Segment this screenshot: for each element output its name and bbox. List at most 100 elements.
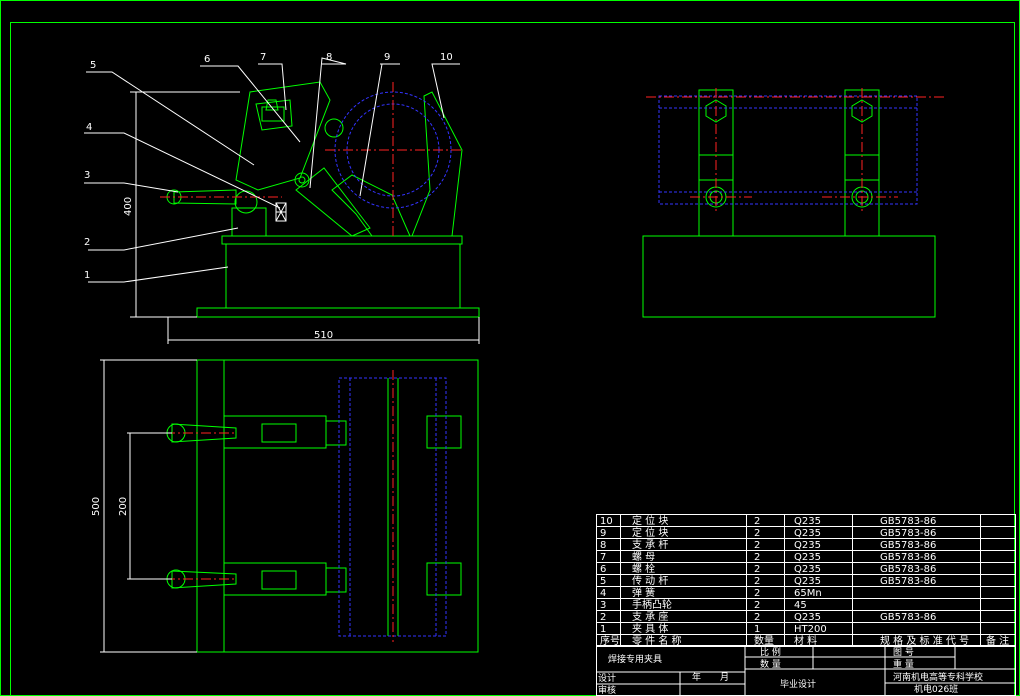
front-view xyxy=(166,81,480,318)
bom-cell-qty: 2 xyxy=(754,588,760,599)
bom-cell-qty: 2 xyxy=(754,516,760,527)
top-bolt-upper xyxy=(261,423,297,443)
top-dimensions xyxy=(100,359,197,653)
dim-400-text: 400 xyxy=(123,197,134,216)
bom-cell-material: 65Mn xyxy=(794,588,822,599)
side-workpiece-outline xyxy=(658,95,918,205)
callout-2: 2 xyxy=(84,237,90,248)
top-block10-upper xyxy=(426,415,462,449)
bom-cell-material: HT200 xyxy=(794,624,827,635)
title-block: 焊接专用夹具 比 例 数 量 图 号 重 量 设计 审核 年 月 毕业设计 河南… xyxy=(596,645,1016,696)
bom-cell-std: GB5783-86 xyxy=(880,576,936,587)
bom-cell-qty: 1 xyxy=(754,624,760,635)
leader-5 xyxy=(86,71,255,166)
class-name: 机电026班 xyxy=(914,683,958,695)
top-rail xyxy=(196,359,225,653)
bom-cell-name: 夹 具 体 xyxy=(632,622,668,635)
bom-cell-no: 8 xyxy=(600,540,606,551)
thesis-label: 毕业设计 xyxy=(780,678,816,690)
bom-cell-qty: 2 xyxy=(754,600,760,611)
bom-cell-no: 2 xyxy=(600,612,606,623)
nut xyxy=(265,99,279,111)
callout-6: 6 xyxy=(204,54,210,65)
locating-block-10 xyxy=(411,91,463,237)
dim-510-text: 510 xyxy=(314,330,333,341)
top-block10-lower xyxy=(426,562,462,596)
bom-cell-no: 9 xyxy=(600,528,606,539)
bom-text: 10 定 位 块 2 Q235 GB5783-86 9 定 位 块 2 Q235 GB5783-8… xyxy=(600,514,1009,647)
bom-cell-name: 支 承 杆 xyxy=(632,539,668,551)
bom-cell-no: 7 xyxy=(600,552,606,563)
fixture-body xyxy=(225,243,461,309)
callout-1: 1 xyxy=(84,270,90,281)
bom-cell-qty: 2 xyxy=(754,528,760,539)
small-roller xyxy=(324,118,344,138)
bom-cell-no: 3 xyxy=(600,600,606,611)
top-tip-upper xyxy=(325,420,347,446)
bom-cell-no: 4 xyxy=(600,588,606,599)
leader-8 xyxy=(309,57,347,189)
callout-8: 8 xyxy=(326,52,332,63)
callout-5: 5 xyxy=(90,60,96,71)
inner-frame xyxy=(10,22,1015,696)
bom-cell-qty: 2 xyxy=(754,540,760,551)
side-workpiece xyxy=(658,95,918,205)
bom-cell-std: GB5783-86 xyxy=(880,564,936,575)
leader-10 xyxy=(431,63,460,119)
sheet-label: 图 号 xyxy=(893,647,914,658)
dim-200-text: 200 xyxy=(118,497,129,516)
top-view xyxy=(166,359,479,653)
leader-2 xyxy=(88,227,239,251)
reviewer-label: 审核 xyxy=(598,684,616,696)
leader-1 xyxy=(88,266,229,283)
bom-cell-name: 螺 母 xyxy=(632,551,655,563)
designer-label: 设计 xyxy=(598,672,616,684)
callout-7: 7 xyxy=(260,52,266,63)
base-plate xyxy=(196,307,480,318)
bom-cell-no: 1 xyxy=(600,624,606,635)
top-centerlines xyxy=(165,370,394,642)
weight-label: 重 量 xyxy=(893,658,914,670)
bom-cell-std: GB5783-86 xyxy=(880,528,936,539)
side-body xyxy=(642,235,936,318)
top-clamp-lower xyxy=(223,562,327,596)
bom-cell-name: 定 位 块 xyxy=(632,526,668,539)
bom-cell-material: Q235 xyxy=(794,552,821,563)
bom-cell-name: 螺 栓 xyxy=(632,562,655,575)
school-name: 河南机电高等专科学校 xyxy=(893,671,983,683)
bom-cell-name: 支 承 座 xyxy=(632,610,668,623)
callout-4: 4 xyxy=(86,122,92,133)
outer-frame xyxy=(0,0,1020,696)
top-tip-lower xyxy=(325,567,347,593)
dim-500-text: 500 xyxy=(91,497,102,516)
part-name: 焊接专用夹具 xyxy=(608,653,662,665)
bom-cell-material: Q235 xyxy=(794,564,821,575)
pivot-pin-inner xyxy=(298,176,306,184)
bom-cell-qty: 2 xyxy=(754,612,760,623)
cam xyxy=(234,190,258,214)
bom-table: 10 定 位 块 2 Q235 GB5783-86 9 定 位 块 2 Q235 GB5783-8… xyxy=(596,514,1016,647)
top-dim-labels: 500 200 xyxy=(91,497,129,516)
bom-cell-material: Q235 xyxy=(794,576,821,587)
bom-cell-name: 定 位 块 xyxy=(632,514,668,527)
callout-3: 3 xyxy=(84,170,90,181)
callout-10: 10 xyxy=(440,52,453,63)
bom-cell-material: Q235 xyxy=(794,516,821,527)
year-label: 年 xyxy=(692,671,701,683)
bom-cell-no: 10 xyxy=(600,516,613,527)
bom-cell-material: 45 xyxy=(794,600,807,611)
bom-cell-material: Q235 xyxy=(794,540,821,551)
front-centerlines xyxy=(160,82,462,236)
bom-cell-std: GB5783-86 xyxy=(880,516,936,527)
cad-drawing: 1 2 3 4 5 6 7 8 9 10 400 510 500 200 10 … xyxy=(0,0,1020,696)
scale-label: 比 例 xyxy=(760,646,781,658)
top-clamp-upper xyxy=(223,415,327,449)
spring-coil xyxy=(275,202,287,222)
quantity-label: 数 量 xyxy=(760,658,781,670)
bom-cell-name: 弹 簧 xyxy=(632,586,655,599)
bom-cell-qty: 2 xyxy=(754,564,760,575)
bom-cell-name: 手柄凸轮 xyxy=(632,598,672,611)
bom-cell-std: GB5783-86 xyxy=(880,612,936,623)
side-centerlines xyxy=(646,88,944,212)
leader-3 xyxy=(84,182,179,193)
